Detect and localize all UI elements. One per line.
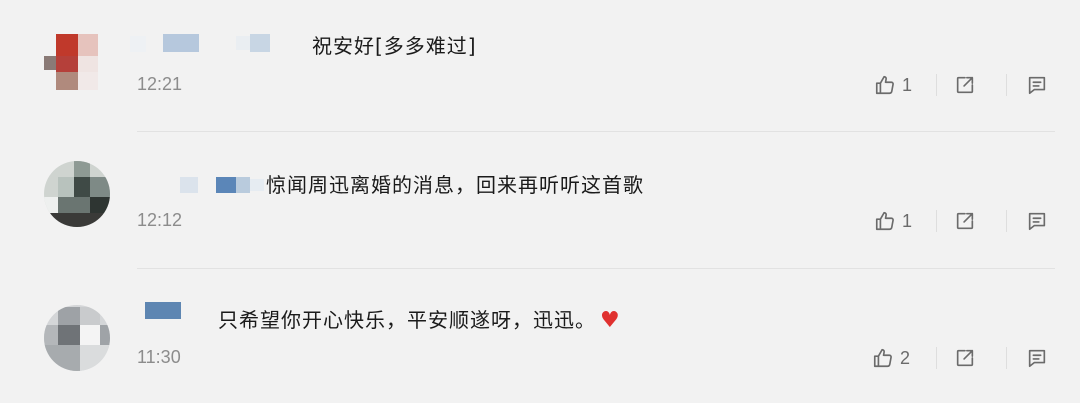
like-button[interactable]: 2	[872, 344, 910, 372]
comment-text: 惊闻周迅离婚的消息，回来再听听这首歌	[266, 173, 644, 197]
comment-item: 祝安好[多多难过] 12:21 1	[0, 0, 1080, 137]
share-icon	[954, 347, 976, 369]
share-button[interactable]	[954, 207, 976, 235]
comment-time: 11:30	[137, 347, 181, 367]
comment-time: 12:21	[137, 74, 183, 94]
divider	[1006, 210, 1007, 232]
avatar[interactable]	[44, 305, 110, 371]
like-count: 1	[902, 74, 913, 95]
divider	[1006, 74, 1007, 96]
divider	[1006, 347, 1007, 369]
thumbs-up-icon	[872, 347, 894, 369]
comment-time: 12:12	[137, 210, 183, 230]
reply-button[interactable]	[1026, 207, 1048, 235]
share-icon	[954, 74, 976, 96]
like-count: 2	[900, 347, 911, 368]
reply-button[interactable]	[1026, 344, 1048, 372]
share-button[interactable]	[954, 344, 976, 372]
divider	[936, 347, 937, 369]
divider	[936, 210, 937, 232]
comment-text: 祝安好[多多难过]	[312, 34, 477, 58]
divider	[936, 74, 937, 96]
avatar[interactable]	[44, 28, 110, 94]
comment-icon	[1026, 347, 1048, 369]
comment-list: 祝安好[多多难过] 12:21 1 惊闻周迅离婚的消息，回来再听听这首歌 12:…	[0, 0, 1080, 403]
like-button[interactable]: 1	[874, 207, 912, 235]
like-button[interactable]: 1	[874, 71, 912, 99]
red-heart-icon: ♥	[600, 308, 621, 333]
comment-text: 只希望你开心快乐，平安顺遂呀，迅迅。 ♥	[218, 308, 621, 333]
comment-divider	[137, 131, 1055, 132]
comment-item: 惊闻周迅离婚的消息，回来再听听这首歌 12:12 1	[0, 137, 1080, 274]
share-icon	[954, 210, 976, 232]
thumbs-up-icon	[874, 210, 896, 232]
comment-icon	[1026, 210, 1048, 232]
thumbs-up-icon	[874, 74, 896, 96]
avatar[interactable]	[44, 161, 110, 227]
reply-button[interactable]	[1026, 71, 1048, 99]
comment-icon	[1026, 74, 1048, 96]
share-button[interactable]	[954, 71, 976, 99]
like-count: 1	[902, 210, 913, 231]
comment-item: 只希望你开心快乐，平安顺遂呀，迅迅。 ♥ 11:30 2	[0, 269, 1080, 403]
